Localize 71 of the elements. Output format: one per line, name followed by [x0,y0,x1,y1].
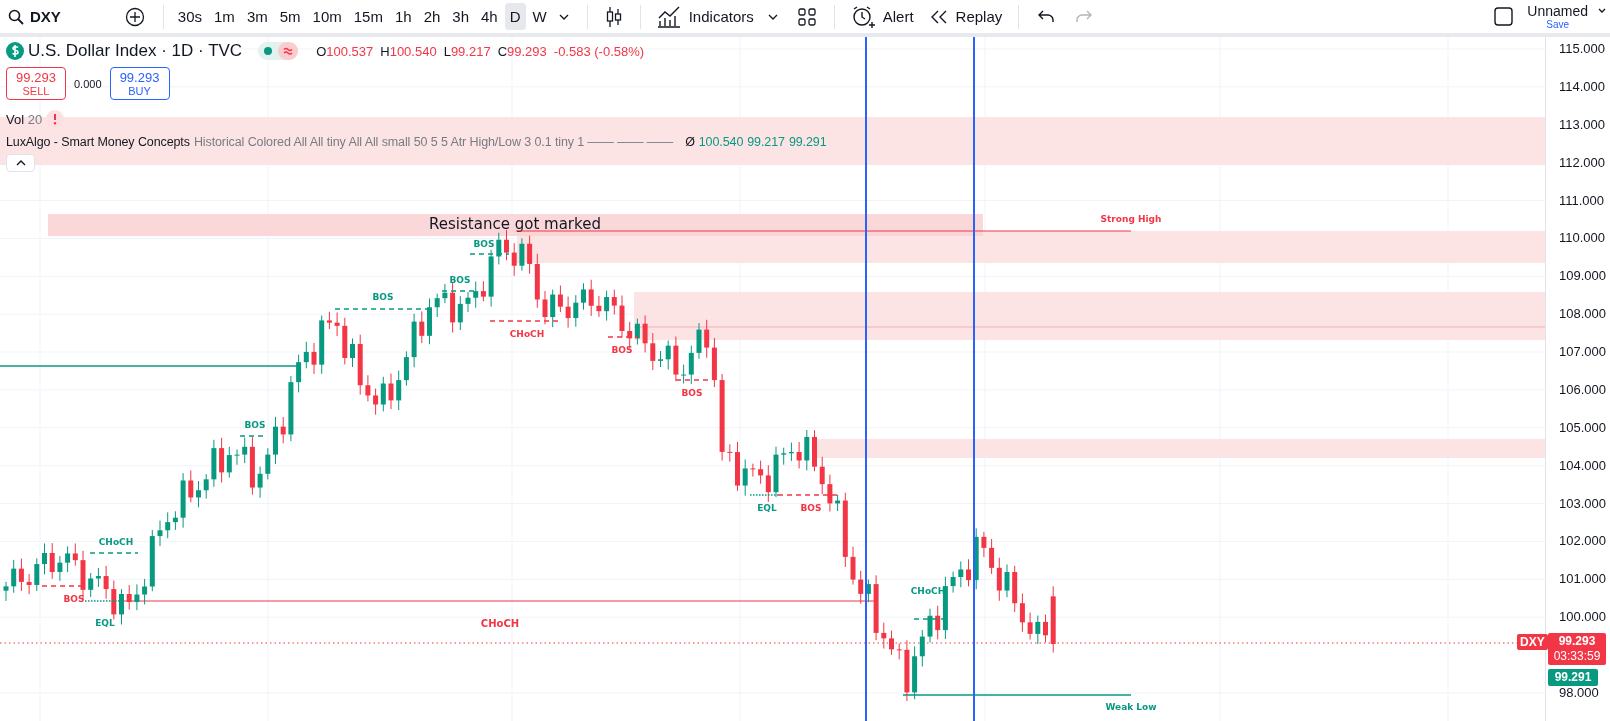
layout-name[interactable]: Unnamed [1527,3,1588,18]
sell-button[interactable]: 99.293 SELL [6,67,66,100]
replay-button[interactable]: Replay [921,4,1011,29]
interval-tab[interactable]: 10m [307,3,347,30]
symbol-price-tag: DXY [1517,634,1548,650]
price-tick: 107.000 [1559,344,1606,361]
level-label: Strong High [1100,214,1162,224]
structure-label: BOS [244,420,266,430]
structure-label: CHoCH [98,537,134,547]
structure-label: BOS [681,388,703,398]
price-tick: 115.000 [1559,41,1606,57]
indicator-value: 100.540 [698,135,744,149]
interval-tab[interactable]: 2h [418,3,446,30]
symbol-search[interactable]: DXY [30,8,61,25]
spread-value: 0.000 [74,77,102,90]
level-label: CHoCH [480,618,520,629]
price-tick: 98.000 [1559,684,1599,701]
bar-countdown: 03:33:59 [1553,649,1601,664]
structure-label: BOS [372,292,394,302]
price-tick: 101.000 [1559,571,1606,588]
price-tick: 104.000 [1559,457,1606,474]
ohlc-value: C99.293 [497,43,547,59]
structure-label: BOS [473,239,495,249]
indicator-value: 99.217 [747,135,785,149]
structure-label: BOS [449,275,471,285]
price-tick: 108.000 [1559,306,1606,323]
price-tick: 103.000 [1559,495,1606,512]
indicators-button[interactable]: Indicators [648,1,762,32]
symbol-title[interactable]: U.S. Dollar Index · 1D · TVC [28,41,243,61]
price-tick: 111.000 [1559,192,1605,209]
price-tick: 102.000 [1559,533,1606,550]
structure-label: BOS [611,345,633,355]
price-tick: 110.000 [1559,230,1606,247]
interval-tab[interactable]: 1h [389,3,417,30]
indicator-name[interactable]: LuxAlgo - Smart Money Concepts [6,135,190,149]
price-tick: 105.000 [1559,419,1606,436]
interval-tab[interactable]: D [504,3,526,30]
interval-tab[interactable]: 15m [348,3,388,30]
ohlc-value: O100.537 [316,43,374,59]
price-tick: 106.000 [1559,381,1606,398]
price-tick: 114.000 [1559,78,1606,95]
structure-label: EQL [757,503,777,513]
bid-price-tag: 99.291 [1548,669,1598,686]
interval-tab[interactable]: 30s [172,3,208,30]
price-tick: 109.000 [1559,268,1606,285]
interval-tab[interactable]: 4h [476,3,503,30]
interval-tab[interactable]: 3m [241,3,273,30]
structure-label: CHoCH [509,329,545,339]
last-price: 99.293 [1558,634,1596,649]
structure-label: EQL [95,618,115,628]
level-label: Weak Low [1105,702,1157,712]
indicator-symbol: Ø [685,135,695,149]
volume-legend[interactable]: Vol 20 [6,111,43,127]
price-change: -0.583 (-0.58%) [553,43,645,59]
indicator-value: 99.291 [788,135,827,149]
interval-tab[interactable]: 5m [274,3,306,30]
price-tick: 100.000 [1559,609,1606,626]
interval-tab[interactable]: W [527,3,552,30]
save-link[interactable]: Save [1546,19,1570,30]
structure-label: BOS [800,503,822,513]
ohlc-value: H100.540 [380,43,437,59]
interval-tab[interactable]: 1m [209,3,240,30]
indicator-params: Historical Colored All All tiny All All small 50 5 5 Atr High/Low 3 0.1 tiny 1 ─── ─── ─── [193,135,674,149]
buy-button[interactable]: 99.293 BUY [109,67,170,100]
price-tick: 113.000 [1559,116,1606,133]
price-tick: 112.000 [1559,154,1606,171]
interval-tab[interactable]: 3h [447,3,474,30]
ohlc-value: L99.217 [443,43,491,59]
alert-button[interactable]: Alert [842,0,922,33]
structure-label: BOS [63,594,85,604]
resistance-annotation: Resistance got marked [429,215,601,233]
